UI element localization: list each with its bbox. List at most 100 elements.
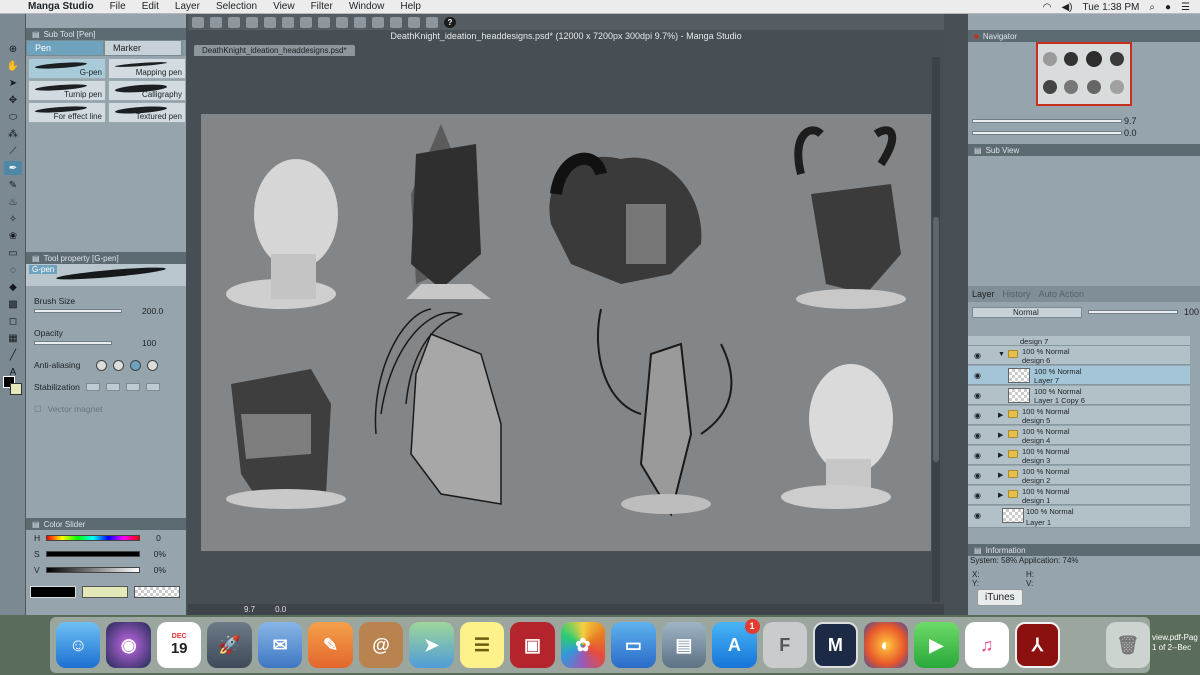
menu-layer[interactable]: Layer [167, 1, 208, 12]
calendar-icon[interactable]: DEC 19 [156, 622, 202, 668]
stabilization-box[interactable] [85, 383, 100, 391]
tab-history[interactable]: History [1003, 289, 1031, 299]
layer-row[interactable]: ◉ ▶ 100 % Normal design 4 [968, 426, 1190, 445]
blend-mode-select[interactable]: Normal [972, 306, 1082, 318]
siri-icon[interactable]: ◉ [106, 622, 151, 668]
airbrush-tool-icon[interactable]: ✧ [4, 212, 22, 226]
spotlight-icon[interactable]: ⌕ [1149, 2, 1155, 13]
fontlab-icon[interactable]: F [762, 622, 808, 668]
notes-icon[interactable]: ☰ [459, 622, 505, 668]
acrobat-icon[interactable]: ⅄ [1015, 622, 1060, 668]
figure-tool-icon[interactable]: ◻ [4, 314, 22, 328]
operation-tool-icon[interactable]: ➤ [4, 76, 22, 90]
panel-menu-icon[interactable]: ▤ [32, 254, 40, 263]
redo-icon[interactable] [264, 16, 276, 28]
zoom-readout[interactable]: 9.7 [244, 605, 255, 614]
brush-textured-pen[interactable]: Textured pen [108, 102, 186, 123]
photos-icon[interactable]: ✿ [560, 622, 606, 668]
navigator-angle-value[interactable]: 0.0 [1124, 128, 1137, 138]
layer-row[interactable]: ◉ ▶ 100 % Normal design 1 [968, 486, 1190, 505]
stabilization-box[interactable] [125, 383, 140, 391]
deselect-icon[interactable] [354, 16, 366, 28]
transform-icon[interactable] [282, 16, 294, 28]
auto-select-tool-icon[interactable]: ⁂ [4, 127, 22, 141]
value-slider[interactable] [45, 567, 140, 573]
stabilization-box[interactable] [105, 383, 120, 391]
preview-icon[interactable]: ▤ [661, 622, 707, 668]
wifi-icon[interactable]: ◠ [1043, 2, 1052, 13]
notification-center-icon[interactable]: ☰ [1181, 2, 1190, 13]
pencil-tool-icon[interactable]: ✎ [4, 178, 22, 192]
visibility-eye-icon[interactable]: ◉ [974, 471, 981, 480]
navigator-zoom-slider[interactable] [972, 119, 1122, 123]
keynote-icon[interactable]: ▭ [611, 622, 656, 668]
expand-arrow-icon[interactable]: ▶ [998, 431, 1003, 439]
layer-row[interactable]: design 7 [968, 336, 1190, 346]
new-file-icon[interactable] [192, 16, 204, 28]
firefox-icon[interactable]: ◐ [863, 622, 909, 668]
layer-opacity-value[interactable]: 100 [1184, 307, 1199, 317]
tab-marker[interactable]: Marker [104, 40, 182, 56]
eyedropper-tool-icon[interactable]: ⟋ [4, 144, 22, 158]
expand-arrow-icon[interactable]: ▶ [998, 491, 1003, 499]
hand-tool-icon[interactable]: ✋ [4, 59, 22, 73]
menu-edit[interactable]: Edit [134, 1, 167, 12]
volume-icon[interactable]: ◀) [1061, 2, 1072, 13]
tab-pen[interactable]: Pen [26, 40, 104, 56]
layer-row[interactable]: ◉ ▼ 100 % Normal design 6 [968, 346, 1190, 365]
background-color-swatch[interactable] [10, 383, 22, 395]
app-menu[interactable]: Manga Studio [24, 1, 102, 12]
panel-menu-icon[interactable]: ▤ [32, 30, 40, 39]
visibility-eye-icon[interactable]: ◉ [974, 451, 981, 460]
menu-window[interactable]: Window [341, 1, 393, 12]
close-panel-icon[interactable]: ■ [974, 32, 979, 41]
visibility-eye-icon[interactable]: ◉ [974, 371, 981, 380]
layer-opacity-slider[interactable] [1088, 310, 1178, 314]
layer-row[interactable]: ◉ 100 % Normal Layer 1 Copy 6 [968, 386, 1190, 405]
menu-file[interactable]: File [102, 1, 134, 12]
layer-row[interactable]: ◉ ▶ 100 % Normal design 3 [968, 446, 1190, 465]
expand-arrow-icon[interactable]: ▶ [998, 411, 1003, 419]
brush-mapping-pen[interactable]: Mapping pen [108, 58, 186, 79]
pages-icon[interactable]: ✎ [308, 622, 353, 668]
facetime-icon[interactable]: ▶ [914, 622, 959, 668]
antialias-weak[interactable] [113, 359, 125, 371]
menubar-clock[interactable]: Tue 1:38 PM [1082, 2, 1139, 13]
vector-magnet-checkbox[interactable]: ☐ [34, 404, 42, 415]
snap-ruler-icon[interactable] [390, 16, 402, 28]
zoom-tool-icon[interactable]: ⊕ [4, 42, 22, 56]
visibility-eye-icon[interactable]: ◉ [974, 431, 981, 440]
undo-icon[interactable] [246, 16, 258, 28]
manga-studio-icon[interactable]: M [813, 622, 858, 668]
layer-row[interactable]: ◉ 100 % Normal Layer 7 [968, 366, 1190, 385]
canvas-vertical-scrollbar[interactable] [932, 57, 940, 602]
selection-tool-icon[interactable]: ⬭ [4, 110, 22, 124]
fill-tool-icon[interactable]: ◆ [4, 280, 22, 294]
main-color-swatch[interactable] [30, 586, 76, 598]
expand-arrow-icon[interactable]: ▼ [998, 351, 1005, 358]
panel-menu-icon[interactable]: ▤ [32, 520, 40, 529]
move-layer-tool-icon[interactable]: ✥ [4, 93, 22, 107]
visibility-eye-icon[interactable]: ◉ [974, 391, 981, 400]
navigator-zoom-value[interactable]: 9.7 [1124, 116, 1137, 126]
maps-icon[interactable]: ➤ [409, 622, 454, 668]
photo-booth-icon[interactable]: ▣ [510, 622, 555, 668]
brush-calligraphy[interactable]: Calligraphy [108, 80, 186, 101]
panel-menu-icon[interactable]: ▤ [974, 546, 982, 555]
stabilization-box[interactable] [145, 383, 160, 391]
invert-icon[interactable] [372, 16, 384, 28]
frame-tool-icon[interactable]: ▦ [4, 331, 22, 345]
opacity-slider[interactable] [34, 341, 112, 345]
menu-view[interactable]: View [265, 1, 303, 12]
contacts-icon[interactable]: @ [358, 622, 404, 668]
antialias-strong[interactable] [147, 359, 159, 371]
snap-grid-icon[interactable] [408, 16, 420, 28]
brush-size-value[interactable]: 200.0 [142, 306, 163, 316]
tab-layer[interactable]: Layer [972, 289, 995, 299]
decoration-tool-icon[interactable]: ❀ [4, 229, 22, 243]
scale-icon[interactable] [300, 16, 312, 28]
user-icon[interactable]: ● [1165, 2, 1171, 13]
mail-icon[interactable]: ✉ [257, 622, 303, 668]
menu-selection[interactable]: Selection [208, 1, 265, 12]
fill-icon[interactable] [318, 16, 330, 28]
